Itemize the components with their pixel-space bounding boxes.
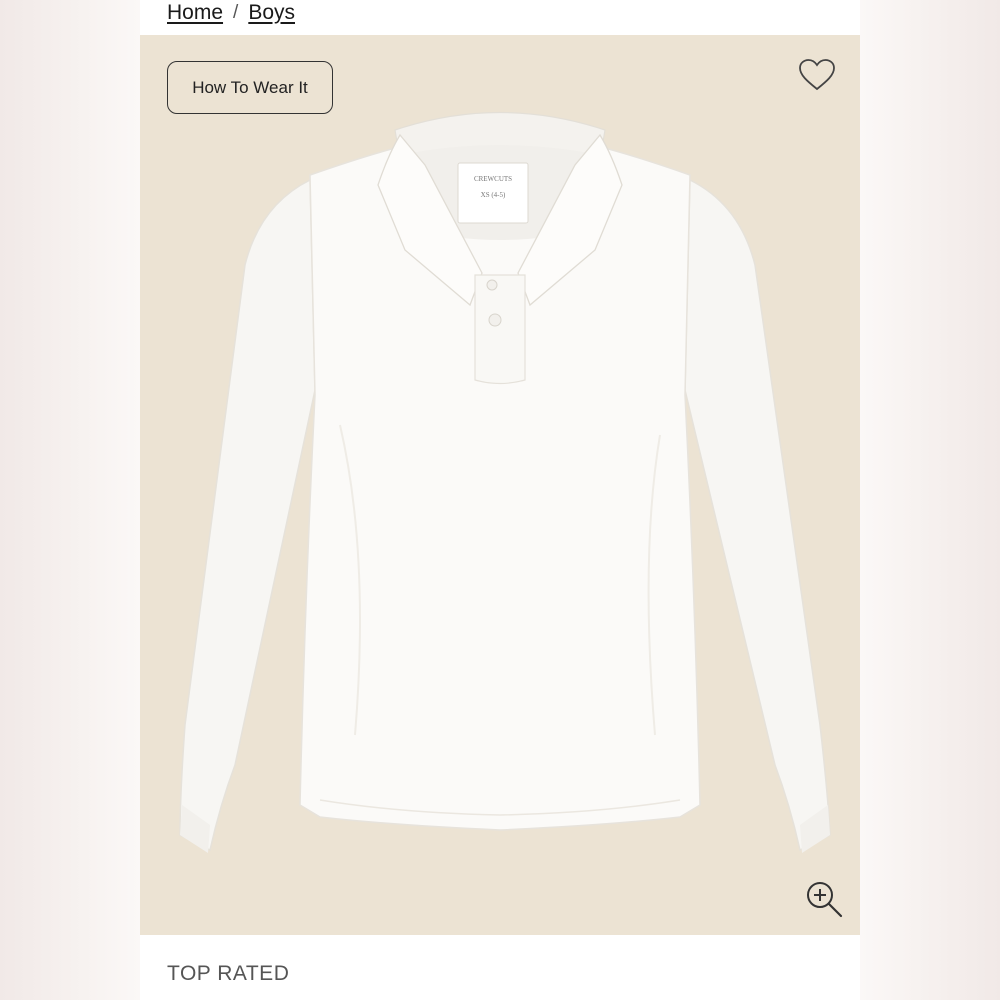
heart-icon (799, 59, 835, 91)
breadcrumb-separator: / (233, 2, 239, 23)
favorite-button[interactable] (797, 57, 837, 93)
zoom-in-icon (807, 882, 843, 918)
product-image-gallery[interactable]: CREWCUTS XS (4-5) How To Wear It (140, 35, 860, 935)
backdrop-right (860, 0, 1000, 1000)
zoom-button[interactable] (804, 879, 844, 919)
neck-label-brand: CREWCUTS (474, 175, 512, 183)
breadcrumb-boys-link[interactable]: Boys (248, 1, 295, 25)
backdrop-left (0, 0, 140, 1000)
breadcrumb-home-link[interactable]: Home (167, 1, 223, 25)
neck-label-size: XS (4-5) (481, 191, 506, 199)
breadcrumb: Home / Boys (167, 0, 295, 28)
product-page: Home / Boys CREWCUTS XS (4-5) How To Wea… (140, 0, 860, 1000)
how-to-wear-it-button[interactable]: How To Wear It (167, 61, 333, 114)
product-image: CREWCUTS XS (4-5) (179, 111, 831, 853)
top-rated-heading: TOP RATED (167, 962, 290, 985)
